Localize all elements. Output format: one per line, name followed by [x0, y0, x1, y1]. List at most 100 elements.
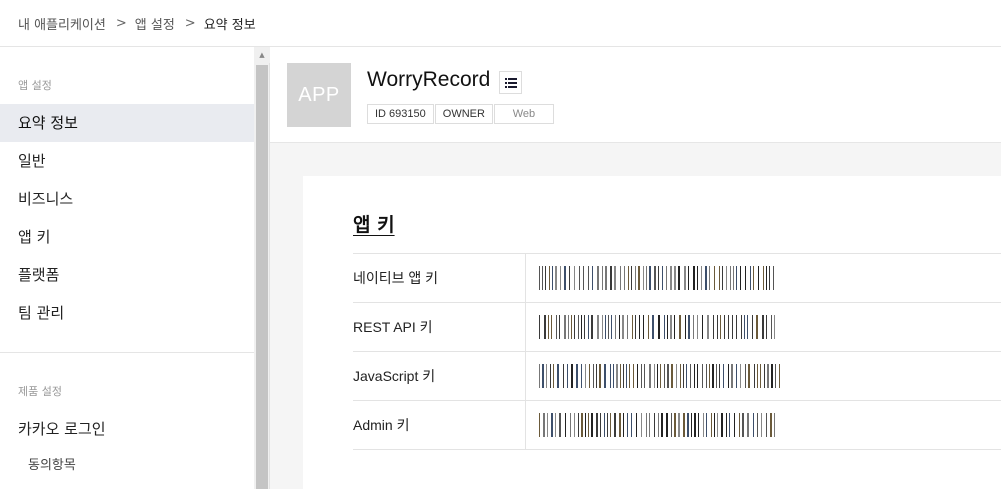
sidebar-item-summary[interactable]: 요약 정보 — [0, 104, 254, 142]
mask-stripe — [637, 364, 638, 388]
mask-stripe — [771, 364, 773, 388]
mask-stripe — [757, 364, 758, 388]
scrollbar-thumb[interactable] — [256, 65, 268, 489]
app-menu-button[interactable] — [499, 71, 522, 94]
mask-stripe — [605, 266, 607, 290]
mask-stripe — [597, 266, 599, 290]
mask-stripe — [581, 364, 582, 388]
mask-stripe — [608, 315, 609, 339]
mask-stripe — [583, 266, 584, 290]
mask-stripe — [564, 315, 566, 339]
mask-stripe — [714, 413, 715, 437]
mask-stripe — [643, 266, 644, 290]
key-row-native: 네이티브 앱 키 — [353, 254, 1001, 303]
mask-stripe — [762, 315, 764, 339]
mask-stripe — [631, 413, 632, 437]
mask-stripe — [539, 364, 540, 388]
mask-stripe — [697, 364, 698, 388]
mask-stripe — [706, 364, 707, 388]
masked-key — [539, 266, 774, 290]
mask-stripe — [709, 364, 710, 388]
mask-stripe — [666, 266, 667, 290]
mask-stripe — [720, 315, 721, 339]
mask-stripe — [588, 266, 589, 290]
mask-stripe — [731, 364, 733, 388]
mask-stripe — [654, 266, 656, 290]
mask-stripe — [560, 266, 561, 290]
sidebar-item-kakao-login[interactable]: 카카오 로그인 — [0, 410, 254, 448]
mask-stripe — [719, 266, 720, 290]
mask-stripe — [769, 266, 770, 290]
mask-stripe — [734, 413, 735, 437]
sidebar-subitem-consent[interactable]: 동의항목 — [0, 448, 254, 484]
mask-stripe — [716, 364, 717, 388]
breadcrumb: 내 애플리케이션 > 앱 설정 > 요약 정보 — [0, 0, 1001, 47]
mask-stripe — [680, 364, 681, 388]
key-value-admin[interactable] — [526, 401, 1001, 449]
app-keys-title: 앱 키 — [353, 214, 395, 236]
mask-stripe — [671, 413, 672, 437]
mask-stripe — [694, 364, 695, 388]
mask-stripe — [758, 266, 759, 290]
app-keys-card: 앱 키 네이티브 앱 키 REST API 키 JavaScript 키 Adm… — [303, 176, 1001, 489]
key-value-rest-api[interactable] — [526, 303, 1001, 351]
breadcrumb-app-settings[interactable]: 앱 설정 — [135, 14, 175, 33]
mask-stripe — [610, 364, 611, 388]
mask-stripe — [693, 315, 694, 339]
mask-stripe — [624, 266, 625, 290]
sidebar-item-platform[interactable]: 플랫폼 — [0, 256, 254, 294]
mask-stripe — [596, 364, 597, 388]
mask-stripe — [552, 266, 553, 290]
key-value-javascript[interactable] — [526, 352, 1001, 400]
app-keys-table: 네이티브 앱 키 REST API 키 JavaScript 키 Admin 키 — [353, 253, 1001, 450]
mask-stripe — [581, 413, 583, 437]
breadcrumb-my-apps[interactable]: 내 애플리케이션 — [18, 14, 106, 33]
mask-stripe — [664, 364, 665, 388]
mask-stripe — [551, 315, 552, 339]
sidebar-scrollbar[interactable]: ▲ — [254, 47, 270, 489]
mask-stripe — [722, 266, 723, 290]
mask-stripe — [690, 364, 691, 388]
mask-stripe — [627, 315, 628, 339]
mask-stripe — [717, 315, 718, 339]
sidebar-item-app-keys[interactable]: 앱 키 — [0, 218, 254, 256]
mask-stripe — [713, 315, 714, 339]
mask-stripe — [739, 413, 740, 437]
triangle-up-icon[interactable]: ▲ — [254, 47, 270, 63]
mask-stripe — [588, 315, 589, 339]
mask-stripe — [644, 364, 645, 388]
mask-stripe — [766, 413, 767, 437]
breadcrumb-summary: 요약 정보 — [203, 17, 256, 33]
key-value-native[interactable] — [526, 254, 1001, 302]
mask-stripe — [678, 413, 680, 437]
mask-stripe — [643, 315, 644, 339]
mask-stripe — [664, 315, 665, 339]
mask-stripe — [576, 364, 578, 388]
key-label: JavaScript 키 — [353, 352, 526, 400]
mask-stripe — [574, 315, 575, 339]
mask-stripe — [549, 266, 550, 290]
mask-stripe — [662, 266, 663, 290]
mask-stripe — [649, 364, 651, 388]
mask-stripe — [726, 266, 727, 290]
mask-stripe — [638, 266, 640, 290]
mask-stripe — [592, 266, 593, 290]
sidebar-item-team[interactable]: 팀 관리 — [0, 294, 254, 332]
mask-stripe — [555, 266, 557, 290]
mask-stripe — [539, 315, 540, 339]
mask-stripe — [602, 315, 603, 339]
mask-stripe — [628, 266, 629, 290]
mask-stripe — [569, 266, 570, 290]
mask-stripe — [683, 364, 684, 388]
masked-key — [539, 364, 780, 388]
sidebar-item-general[interactable]: 일반 — [0, 142, 254, 180]
mask-stripe — [568, 315, 569, 339]
mask-stripe — [705, 266, 707, 290]
sidebar-item-business[interactable]: 비즈니스 — [0, 180, 254, 218]
mask-stripe — [633, 364, 634, 388]
mask-stripe — [622, 315, 624, 339]
mask-stripe — [565, 413, 566, 437]
app-header: APP WorryRecord ID 693150 OWNER Web — [270, 47, 1001, 143]
list-icon — [504, 77, 517, 88]
